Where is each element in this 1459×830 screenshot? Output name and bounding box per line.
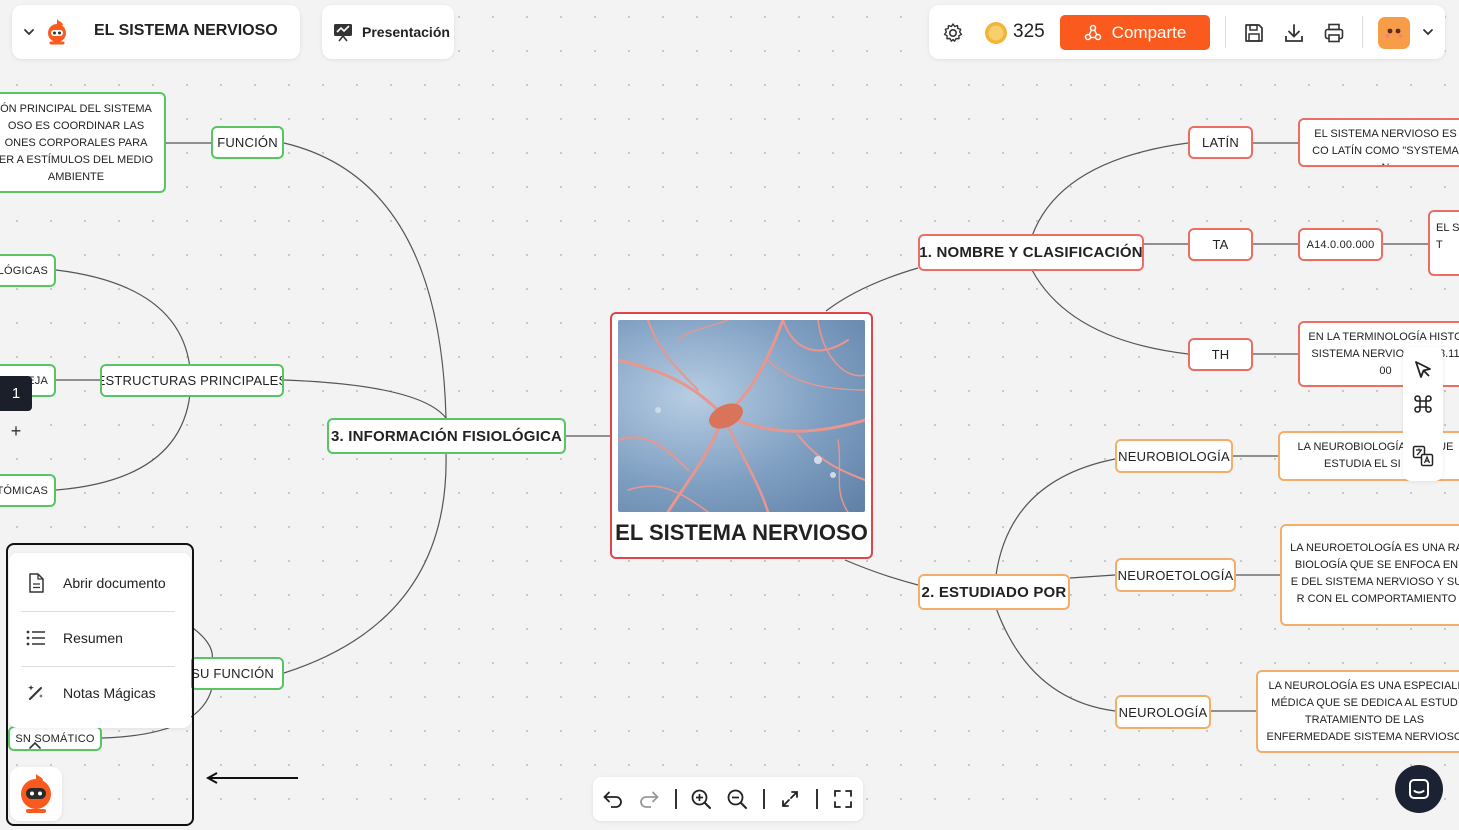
menu-item-label: Resumen	[63, 630, 123, 646]
page-number: 1	[11, 385, 21, 402]
fullscreen-icon[interactable]	[831, 787, 855, 811]
node-neurologia[interactable]: NEUROLOGÍA	[1115, 695, 1211, 729]
toolbar-divider	[1362, 16, 1363, 48]
bottom-view-toolbar	[593, 777, 863, 821]
user-avatar[interactable]	[1378, 17, 1410, 49]
branch-node-informacion-fisiologica[interactable]: 3. INFORMACIÓN FISIOLÓGICA	[327, 418, 566, 454]
download-icon[interactable]	[1281, 20, 1307, 46]
add-page-label: +	[10, 421, 22, 441]
page-number-tab[interactable]: 1	[0, 376, 32, 411]
document-title-bar: EL SISTEMA NERVIOSO	[12, 5, 300, 59]
branch-node-estudiado-por[interactable]: 2. ESTUDIADO POR	[918, 574, 1070, 610]
list-icon	[25, 627, 47, 649]
command-icon[interactable]	[1411, 392, 1435, 416]
node-neuroetologia-text[interactable]: LA NEUROETOLOGÍA ES UNA RA BIOLOGÍA QUE …	[1280, 524, 1459, 626]
translate-icon[interactable]	[1411, 444, 1435, 468]
magic-wand-icon	[25, 682, 47, 704]
menu-item-summary[interactable]: Resumen	[9, 613, 191, 663]
node-neurologia-text[interactable]: LA NEUROLOGÍA ES UNA ESPECIALI MÉDICA QU…	[1256, 670, 1459, 753]
node-funcion-text[interactable]: ÓN PRINCIPAL DEL SISTEMA OSO ES COORDINA…	[0, 92, 166, 193]
document-title[interactable]: EL SISTEMA NERVIOSO	[94, 22, 278, 40]
node-latin[interactable]: LATÍN	[1188, 126, 1253, 159]
undo-icon[interactable]	[601, 787, 625, 811]
branch-node-nombre-clasificacion[interactable]: 1. NOMBRE Y CLASIFICACIÓN	[918, 234, 1144, 271]
neuron-image	[618, 320, 865, 512]
node-tomicas[interactable]: TÓMICAS	[0, 474, 56, 507]
robot-icon	[21, 774, 51, 813]
toolbar-divider	[1225, 16, 1226, 48]
menu-divider	[21, 611, 175, 612]
menu-item-magic-notes[interactable]: Notas Mágicas	[9, 668, 191, 718]
node-estructuras-principales[interactable]: ESTRUCTURAS PRINCIPALES	[100, 364, 284, 397]
node-funcion[interactable]: FUNCIÓN	[211, 126, 284, 159]
node-ta[interactable]: TA	[1188, 228, 1253, 261]
zoom-in-icon[interactable]	[689, 787, 713, 811]
redo-icon[interactable]	[637, 787, 661, 811]
node-latin-text[interactable]: EL SISTEMA NERVIOSO ES CO LATÍN COMO "SY…	[1298, 118, 1459, 167]
annotation-arrow	[205, 772, 298, 784]
node-neuroetologia[interactable]: NEUROETOLOGÍA	[1115, 558, 1236, 592]
share-label: Comparte	[1111, 22, 1187, 42]
node-ta-text[interactable]: EL SI T	[1428, 210, 1459, 276]
node-ta-code[interactable]: A14.0.00.000	[1298, 228, 1383, 261]
node-logicas[interactable]: LÓGICAS	[0, 254, 56, 287]
chevron-down-icon[interactable]	[20, 21, 38, 43]
chat-icon	[1409, 779, 1429, 799]
menu-item-open-document[interactable]: Abrir documento	[9, 558, 191, 608]
settings-icon[interactable]	[941, 21, 965, 45]
assistant-menu: Abrir documento Resumen Notas Mágicas	[9, 553, 191, 728]
share-icon	[1084, 24, 1102, 42]
assistant-robot-button[interactable]	[10, 767, 62, 821]
coin-count: 325	[1013, 21, 1045, 42]
coin-icon	[984, 21, 1008, 45]
side-tools-panel	[1403, 347, 1443, 481]
pointer-icon[interactable]	[1411, 358, 1435, 382]
chevron-up-icon[interactable]	[26, 738, 44, 752]
presentation-icon	[332, 21, 354, 43]
top-right-toolbar: 325 Comparte	[929, 5, 1445, 59]
chevron-down-icon[interactable]	[1419, 23, 1437, 41]
add-page-button[interactable]: +	[0, 414, 32, 449]
presentation-button[interactable]: Presentación	[322, 5, 454, 59]
menu-divider	[21, 666, 175, 667]
menu-item-label: Abrir documento	[63, 575, 166, 591]
toolbar-divider	[816, 789, 818, 809]
chat-support-button[interactable]	[1395, 765, 1443, 813]
save-icon[interactable]	[1241, 20, 1267, 46]
presentation-label: Presentación	[362, 24, 450, 40]
node-su-funcion[interactable]: SU FUNCIÓN	[190, 657, 284, 690]
node-neurobiologia[interactable]: NEUROBIOLOGÍA	[1115, 439, 1233, 473]
toolbar-divider	[675, 789, 677, 809]
document-icon	[25, 572, 47, 594]
zoom-out-icon[interactable]	[725, 787, 749, 811]
print-icon[interactable]	[1321, 20, 1347, 46]
toolbar-divider	[763, 789, 765, 809]
node-th[interactable]: TH	[1188, 338, 1253, 371]
expand-icon[interactable]	[778, 787, 802, 811]
app-logo-icon[interactable]	[44, 17, 70, 47]
central-topic-node[interactable]: EL SISTEMA NERVIOSO	[610, 312, 873, 559]
share-button[interactable]: Comparte	[1060, 15, 1210, 50]
central-topic-title: EL SISTEMA NERVIOSO	[615, 520, 868, 545]
menu-item-label: Notas Mágicas	[63, 685, 156, 701]
